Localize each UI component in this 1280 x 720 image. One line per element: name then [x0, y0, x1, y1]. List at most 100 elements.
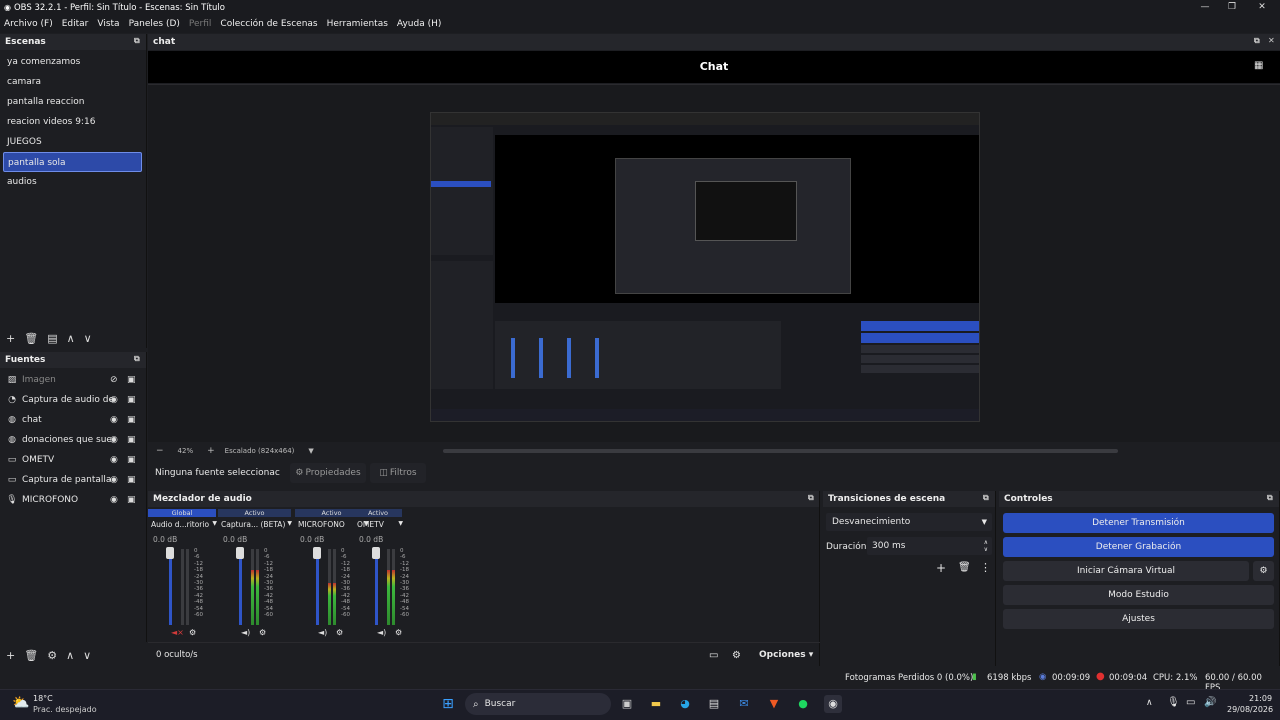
store-icon[interactable]: ▤	[705, 695, 723, 713]
undock-icon[interactable]: ⧉	[134, 36, 140, 46]
volume-fader[interactable]	[375, 549, 378, 625]
maximize-button[interactable]: ❐	[1217, 0, 1247, 15]
clock-time[interactable]: 21:09	[1249, 694, 1272, 703]
add-source-icon[interactable]: +	[6, 649, 15, 662]
obs-taskbar-icon[interactable]: ◉	[824, 695, 842, 713]
close-dock-icon[interactable]: ✕	[1268, 36, 1275, 45]
stepper-icon[interactable]: ∧ ∨	[984, 539, 988, 553]
remove-transition-icon[interactable]: 🗑	[958, 562, 971, 573]
add-scene-icon[interactable]: +	[6, 332, 15, 345]
duration-input[interactable]: 300 ms ∧ ∨	[867, 537, 992, 555]
eye-icon[interactable]: ◉	[110, 435, 118, 445]
source-item[interactable]: 🎙 MICROFONO ◉ ▣	[0, 490, 146, 510]
move-up-icon[interactable]: ∧	[67, 332, 75, 345]
brave-icon[interactable]: ▼	[765, 695, 783, 713]
studio-mode-button[interactable]: Modo Estudio	[1003, 585, 1274, 605]
eye-hidden-icon[interactable]: ⊘	[110, 375, 118, 385]
move-down-icon[interactable]: ∨	[83, 649, 91, 662]
volume-fader[interactable]	[239, 549, 242, 625]
eye-icon[interactable]: ◉	[110, 495, 118, 505]
mixer-options-button[interactable]: Opciones ▾	[759, 650, 813, 660]
source-item[interactable]: ◍ donaciones que suer ◉ ▣	[0, 430, 146, 450]
add-transition-icon[interactable]: +	[936, 561, 946, 575]
layout-icon[interactable]: ▭	[709, 650, 718, 661]
menu-ayuda[interactable]: Ayuda (H)	[397, 19, 441, 29]
speaker-icon[interactable]: ◄)	[241, 628, 250, 637]
scene-item[interactable]: ya comenzamos	[0, 52, 146, 72]
lock-icon[interactable]: ▣	[127, 375, 136, 385]
menu-perfil[interactable]: Perfil	[189, 19, 212, 29]
settings-button[interactable]: Ajustes	[1003, 609, 1274, 629]
fader-handle[interactable]	[166, 547, 174, 559]
fader-handle[interactable]	[313, 547, 321, 559]
spotify-icon[interactable]: ●	[794, 695, 812, 713]
channel-settings-icon[interactable]: ⚙	[336, 628, 343, 637]
channel-name[interactable]: Captura... (BETA) ▼	[221, 520, 292, 529]
clock-date[interactable]: 29/08/2026	[1227, 705, 1273, 714]
lock-icon[interactable]: ▣	[127, 475, 136, 485]
source-item[interactable]: ◍ chat ◉ ▣	[0, 410, 146, 430]
minimize-button[interactable]: —	[1190, 0, 1220, 15]
menu-archivo[interactable]: Archivo (F)	[4, 19, 53, 29]
scene-item[interactable]: pantalla sola	[3, 152, 142, 172]
menu-coleccion[interactable]: Colección de Escenas	[220, 19, 317, 29]
scene-filter-icon[interactable]: ▤	[47, 332, 57, 345]
undock-icon[interactable]: ⧉	[134, 354, 140, 364]
transition-select[interactable]: Desvanecimiento ▼	[826, 513, 992, 531]
remove-source-icon[interactable]: 🗑	[24, 649, 38, 662]
speaker-icon[interactable]: ◄)	[377, 628, 386, 637]
filters-button[interactable]: ◫ Filtros	[370, 463, 426, 483]
source-item[interactable]: ▭ OMETV ◉ ▣	[0, 450, 146, 470]
eye-icon[interactable]: ◉	[110, 415, 118, 425]
scaling-dropdown-icon[interactable]: ▼	[308, 447, 313, 455]
menu-editar[interactable]: Editar	[62, 19, 89, 29]
menu-herramientas[interactable]: Herramientas	[327, 19, 388, 29]
virtual-camera-button[interactable]: Iniciar Cámara Virtual	[1003, 561, 1249, 581]
tray-chevron-icon[interactable]: ∧	[1146, 698, 1153, 708]
properties-button[interactable]: ⚙ Propiedades	[290, 463, 366, 483]
volume-icon[interactable]: 🔊	[1204, 697, 1216, 708]
virtual-camera-settings-button[interactable]: ⚙	[1253, 561, 1274, 581]
task-view-icon[interactable]: ▣	[618, 695, 636, 713]
channel-name[interactable]: Audio d...ritorio ▼	[151, 520, 217, 529]
eye-icon[interactable]: ◉	[110, 475, 118, 485]
fader-handle[interactable]	[236, 547, 244, 559]
channel-settings-icon[interactable]: ⚙	[189, 628, 196, 637]
speaker-icon[interactable]: ◄)	[318, 628, 327, 637]
volume-fader[interactable]	[169, 549, 172, 625]
file-explorer-icon[interactable]: ▬	[647, 695, 665, 713]
stop-recording-button[interactable]: Detener Grabación	[1003, 537, 1274, 557]
undock-icon[interactable]: ⧉	[983, 493, 989, 503]
mail-icon[interactable]: ✉	[735, 695, 753, 713]
channel-settings-icon[interactable]: ⚙	[395, 628, 402, 637]
zoom-out-icon[interactable]: −	[156, 446, 164, 456]
undock-icon[interactable]: ⧉	[1267, 493, 1273, 503]
remove-scene-icon[interactable]: 🗑	[24, 332, 38, 345]
channel-settings-icon[interactable]: ⚙	[259, 628, 266, 637]
fader-handle[interactable]	[372, 547, 380, 559]
network-icon[interactable]: ▭	[1186, 697, 1195, 708]
zoom-in-icon[interactable]: +	[207, 446, 215, 456]
muted-speaker-icon[interactable]: ◄×	[171, 628, 184, 637]
close-button[interactable]: ✕	[1247, 0, 1277, 15]
lock-icon[interactable]: ▣	[127, 435, 136, 445]
transition-menu-icon[interactable]: ⋮	[980, 561, 991, 574]
edge-icon[interactable]: ◕	[676, 695, 694, 713]
volume-fader[interactable]	[316, 549, 319, 625]
eye-icon[interactable]: ◉	[110, 395, 118, 405]
advanced-audio-icon[interactable]: ⚙	[732, 650, 741, 661]
horizontal-scrollbar[interactable]	[443, 449, 1118, 453]
source-item[interactable]: ▨ Imagen ⊘ ▣	[0, 370, 146, 390]
scene-item[interactable]: JUEGOS	[0, 132, 146, 152]
scene-item[interactable]: audios	[0, 172, 146, 192]
scene-item[interactable]: reacion videos 9:16	[0, 112, 146, 132]
windows-start-icon[interactable]: ⊞	[439, 695, 457, 713]
stop-streaming-button[interactable]: Detener Transmisión	[1003, 513, 1274, 533]
weather-icon[interactable]: ⛅	[12, 695, 29, 711]
source-item[interactable]: ▭ Captura de pantalla ◉ ▣	[0, 470, 146, 490]
chat-users-icon[interactable]: ▦	[1254, 60, 1263, 71]
move-down-icon[interactable]: ∨	[84, 332, 92, 345]
lock-icon[interactable]: ▣	[127, 495, 136, 505]
lock-icon[interactable]: ▣	[127, 395, 136, 405]
menu-vista[interactable]: Vista	[97, 19, 119, 29]
